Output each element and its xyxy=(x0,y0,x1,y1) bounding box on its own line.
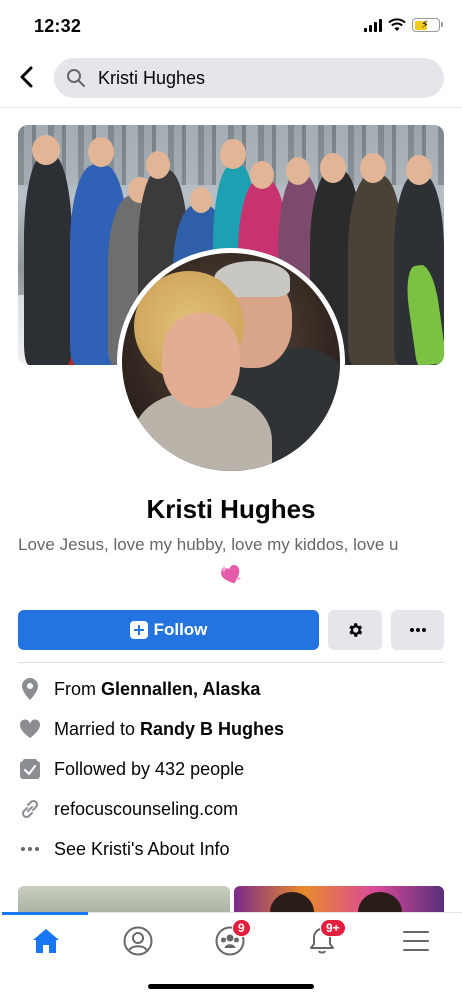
more-options-button[interactable] xyxy=(391,610,444,650)
bottom-navigation: 9 9+ xyxy=(0,912,462,964)
search-input[interactable]: Kristi Hughes xyxy=(54,58,444,98)
detail-website[interactable]: refocuscounseling.com xyxy=(18,794,444,824)
follow-label: Follow xyxy=(153,620,208,639)
more-dots-icon xyxy=(18,837,42,861)
groups-badge: 9 xyxy=(232,919,251,937)
nav-menu[interactable] xyxy=(396,921,436,961)
about-info-link[interactable]: See Kristi's About Info xyxy=(54,839,230,860)
status-icons: ⚡ xyxy=(364,18,443,32)
from-prefix: From xyxy=(54,678,96,699)
back-button[interactable] xyxy=(12,62,42,92)
from-place[interactable]: Glennallen, Alaska xyxy=(101,679,260,700)
divider xyxy=(18,662,444,663)
detail-relationship: Married to Randy B Hughes xyxy=(18,714,444,744)
active-tab-indicator xyxy=(2,912,88,915)
followers-check-icon xyxy=(18,757,42,781)
sparkling-heart-icon xyxy=(220,564,242,584)
home-indicator xyxy=(148,984,314,989)
detail-from: From Glennallen, Alaska xyxy=(18,674,444,704)
detail-about[interactable]: See Kristi's About Info xyxy=(18,834,444,864)
profile-bio: Love Jesus, love my hubby, love my kiddo… xyxy=(18,535,399,554)
search-icon xyxy=(67,69,85,87)
chevron-left-icon xyxy=(20,66,33,88)
signal-icon xyxy=(364,18,382,32)
married-name[interactable]: Randy B Hughes xyxy=(140,719,284,740)
link-icon xyxy=(18,797,42,821)
nav-groups[interactable]: 9 xyxy=(210,919,251,961)
gear-icon xyxy=(349,623,363,637)
married-prefix: Married to xyxy=(54,718,136,739)
nav-home[interactable] xyxy=(26,921,66,961)
website-link[interactable]: refocuscounseling.com xyxy=(54,799,238,820)
status-time: 12:32 xyxy=(34,16,82,36)
nav-notifications[interactable]: 9+ xyxy=(302,919,346,961)
detail-followers[interactable]: Followed by 432 people xyxy=(18,754,444,784)
search-header: Kristi Hughes xyxy=(0,52,462,108)
followers-count: Followed by 432 people xyxy=(54,758,245,779)
location-pin-icon xyxy=(18,677,42,701)
menu-icon xyxy=(403,931,429,951)
follow-plus-icon xyxy=(129,621,148,639)
profile-name: Kristi Hughes xyxy=(146,494,316,524)
notifications-badge: 9+ xyxy=(320,919,346,937)
battery-icon: ⚡ xyxy=(412,18,443,32)
settings-button[interactable] xyxy=(328,610,382,650)
nav-profile[interactable] xyxy=(118,921,158,961)
profile-picture[interactable] xyxy=(117,248,345,476)
wifi-icon xyxy=(388,18,406,31)
status-bar: 12:32 ⚡ xyxy=(0,0,462,52)
heart-icon xyxy=(18,717,42,741)
home-icon xyxy=(33,929,59,953)
profile-icon xyxy=(123,926,153,956)
search-query: Kristi Hughes xyxy=(98,67,206,88)
follow-button[interactable]: Follow xyxy=(18,610,319,650)
more-dots-icon xyxy=(409,628,426,632)
